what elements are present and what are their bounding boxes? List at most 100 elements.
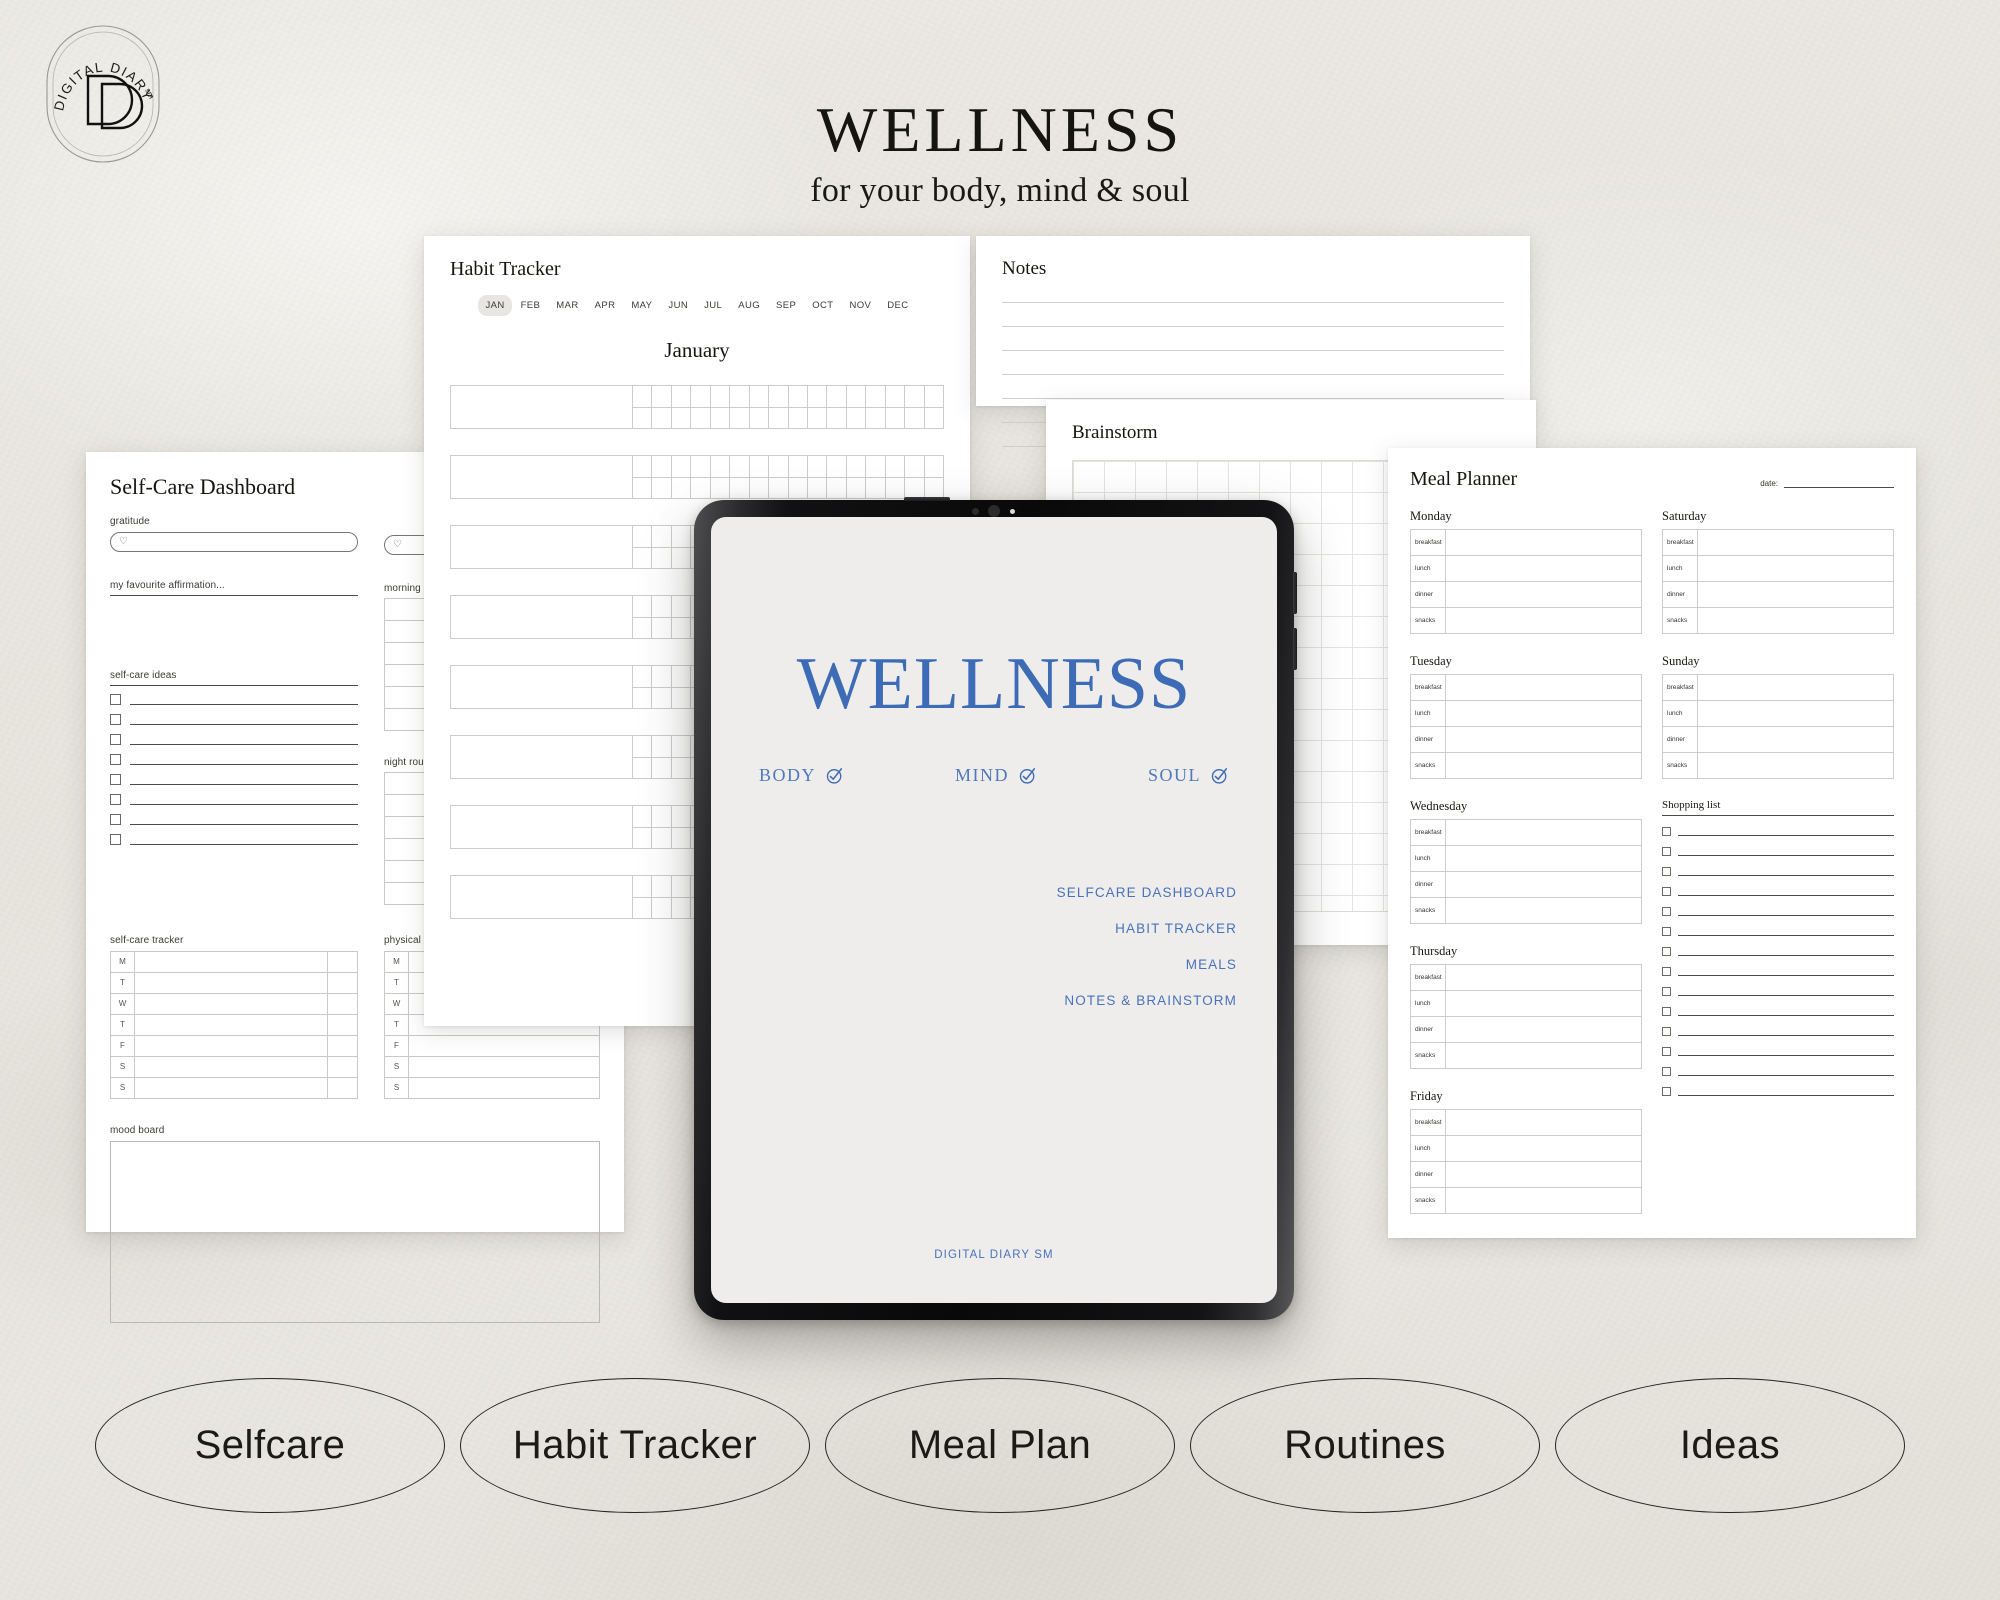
habit-day-cell[interactable]	[652, 827, 672, 848]
selfcare-idea-input[interactable]	[130, 775, 358, 785]
habit-day-cell[interactable]	[672, 687, 692, 708]
checkbox-icon[interactable]	[110, 834, 121, 845]
habit-day-cell[interactable]	[633, 897, 653, 918]
tracker-cell[interactable]	[135, 1078, 327, 1098]
meal-day-table[interactable]: breakfast lunch dinner snacks	[1410, 674, 1642, 779]
shopping-item-input[interactable]	[1678, 908, 1894, 916]
habit-day-cell[interactable]	[633, 386, 653, 407]
meal-row[interactable]: breakfast	[1663, 530, 1893, 556]
meal-slot-input[interactable]	[1445, 530, 1641, 555]
habit-name-input[interactable]	[451, 456, 634, 498]
tracker-cell[interactable]	[409, 1036, 599, 1056]
meal-slot-input[interactable]	[1445, 1136, 1641, 1161]
shopping-item-input[interactable]	[1678, 848, 1894, 856]
month-tab-nov[interactable]: NOV	[842, 295, 878, 316]
notes-line[interactable]	[1002, 302, 1504, 303]
shopping-list-row[interactable]	[1662, 827, 1894, 836]
meal-day-block[interactable]: Saturday breakfast lunch dinner snacks	[1662, 509, 1894, 634]
tablet-volume-up-button[interactable]	[1293, 572, 1297, 614]
checkbox-icon[interactable]	[1662, 827, 1671, 836]
meal-row[interactable]: lunch	[1663, 701, 1893, 727]
habit-day-cell[interactable]	[711, 477, 731, 498]
habit-day-cell[interactable]	[808, 407, 828, 428]
meal-slot-input[interactable]	[1697, 608, 1893, 633]
checkbox-icon[interactable]	[1662, 1067, 1671, 1076]
habit-day-cell[interactable]	[672, 456, 692, 477]
habit-day-cell[interactable]	[866, 456, 886, 477]
month-tab-bar[interactable]: JAN FEB MAR APR MAY JUN JUL AUG SEP OCT NOV DEC	[450, 295, 944, 316]
habit-day-cell[interactable]	[672, 617, 692, 638]
tracker-row[interactable]: W	[111, 994, 357, 1015]
habit-name-input[interactable]	[451, 386, 634, 428]
shopping-list-row[interactable]	[1662, 947, 1894, 956]
meal-row[interactable]: dinner	[1411, 727, 1641, 753]
meal-slot-input[interactable]	[1445, 1043, 1641, 1068]
meal-row[interactable]: breakfast	[1411, 1110, 1641, 1136]
tracker-check-cell[interactable]	[327, 994, 357, 1014]
meal-slot-input[interactable]	[1697, 582, 1893, 607]
meal-day-block[interactable]: Tuesday breakfast lunch dinner snacks	[1410, 654, 1642, 779]
selfcare-idea-row[interactable]	[110, 714, 358, 725]
shopping-list-row[interactable]	[1662, 1067, 1894, 1076]
shopping-list-row[interactable]	[1662, 1027, 1894, 1036]
habit-day-cell[interactable]	[847, 456, 867, 477]
habit-day-cell[interactable]	[866, 386, 886, 407]
shopping-item-input[interactable]	[1678, 1028, 1894, 1036]
checkbox-icon[interactable]	[110, 694, 121, 705]
meal-row[interactable]: lunch	[1411, 991, 1641, 1017]
meal-row[interactable]: breakfast	[1411, 530, 1641, 556]
menu-link-selfcare-dashboard[interactable]: SELFCARE DASHBOARD	[1057, 885, 1237, 900]
shopping-list-row[interactable]	[1662, 927, 1894, 936]
notes-page[interactable]: Notes	[976, 236, 1530, 447]
habit-day-cell[interactable]	[886, 456, 906, 477]
meal-slot-input[interactable]	[1445, 965, 1641, 990]
meal-row[interactable]: dinner	[1411, 582, 1641, 608]
meal-row[interactable]: dinner	[1411, 1017, 1641, 1043]
habit-day-cell[interactable]	[633, 876, 653, 897]
habit-day-cell[interactable]	[652, 666, 672, 687]
meal-slot-input[interactable]	[1445, 701, 1641, 726]
meal-slot-input[interactable]	[1445, 675, 1641, 700]
habit-day-cell[interactable]	[905, 456, 925, 477]
meal-row[interactable]: lunch	[1411, 701, 1641, 727]
meal-slot-input[interactable]	[1445, 1188, 1641, 1213]
meal-row[interactable]: breakfast	[1411, 820, 1641, 846]
habit-day-cell[interactable]	[633, 547, 653, 568]
habit-day-cell[interactable]	[672, 736, 692, 757]
habit-day-cell[interactable]	[847, 407, 867, 428]
meal-slot-input[interactable]	[1445, 1162, 1641, 1187]
meal-slot-input[interactable]	[1445, 1110, 1641, 1135]
habit-day-cell[interactable]	[847, 386, 867, 407]
shopping-item-input[interactable]	[1678, 868, 1894, 876]
checkbox-icon[interactable]	[1662, 1027, 1671, 1036]
menu-link-notes-brainstorm[interactable]: NOTES & BRAINSTORM	[1064, 993, 1237, 1008]
tracker-cell[interactable]	[135, 1036, 327, 1056]
meal-day-table[interactable]: breakfast lunch dinner snacks	[1662, 674, 1894, 779]
oval-selfcare[interactable]: Selfcare	[95, 1378, 445, 1513]
selfcare-idea-row[interactable]	[110, 834, 358, 845]
meal-day-block[interactable]: Thursday breakfast lunch dinner snacks	[1410, 944, 1642, 1069]
habit-day-cell[interactable]	[711, 456, 731, 477]
tracker-check-cell[interactable]	[327, 1078, 357, 1098]
habit-day-cell[interactable]	[886, 407, 906, 428]
meal-day-block[interactable]: Monday breakfast lunch dinner snacks	[1410, 509, 1642, 634]
tablet-power-button[interactable]	[904, 497, 950, 501]
habit-day-cell[interactable]	[925, 456, 943, 477]
habit-day-cell[interactable]	[633, 477, 653, 498]
habit-day-cell[interactable]	[652, 736, 672, 757]
checkbox-icon[interactable]	[1662, 1087, 1671, 1096]
habit-day-cell[interactable]	[633, 736, 653, 757]
habit-day-cell[interactable]	[652, 477, 672, 498]
habit-day-cell[interactable]	[730, 407, 750, 428]
habit-day-cell[interactable]	[691, 477, 711, 498]
tracker-cell[interactable]	[135, 952, 327, 972]
month-tab-apr[interactable]: APR	[588, 295, 623, 316]
tracker-row[interactable]: F	[385, 1036, 599, 1057]
month-tab-jan[interactable]: JAN	[478, 295, 512, 316]
habit-day-cell[interactable]	[652, 617, 672, 638]
oval-routines[interactable]: Routines	[1190, 1378, 1540, 1513]
habit-day-cell[interactable]	[633, 827, 653, 848]
checkbox-icon[interactable]	[110, 734, 121, 745]
habit-day-cell[interactable]	[652, 757, 672, 778]
habit-day-cell[interactable]	[672, 477, 692, 498]
